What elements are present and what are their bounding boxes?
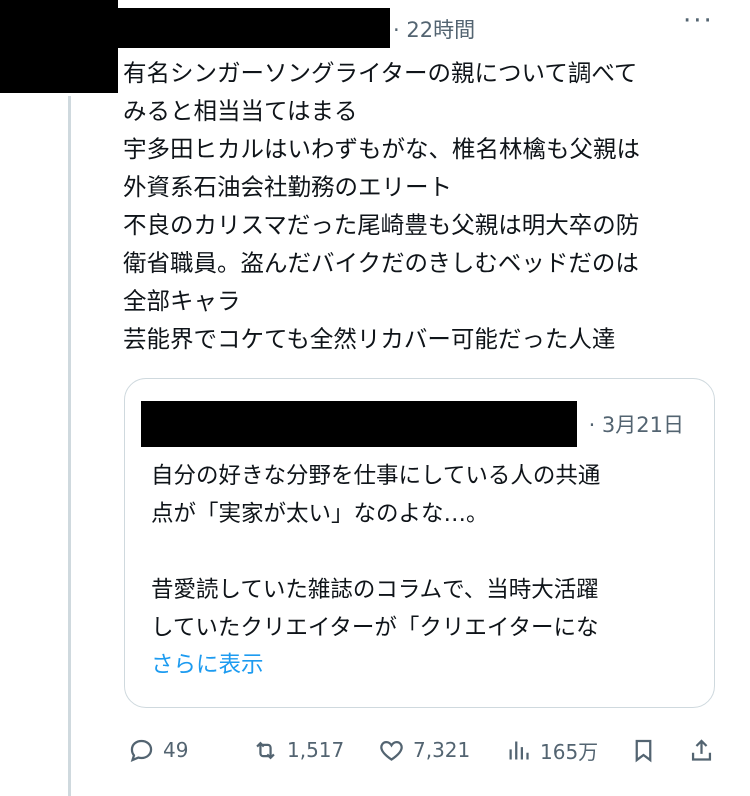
reply-count: 49 xyxy=(163,738,189,762)
post-text-line: 全部キャラ xyxy=(123,287,241,315)
more-options-icon[interactable]: ··· xyxy=(683,6,714,36)
quoted-text-line: していたクリエイターが「クリエイターにな xyxy=(151,615,599,641)
action-bar: 49 1,517 7,321 165万 xyxy=(0,730,750,770)
quoted-text-line: 昔愛読していた雑誌のコラムで、当時大活躍 xyxy=(151,577,599,603)
views-button[interactable]: 165万 xyxy=(505,730,598,770)
reply-button[interactable]: 49 xyxy=(128,730,188,770)
redacted-avatar-area xyxy=(0,0,118,93)
quoted-post-card[interactable]: · 3月21日 自分の好きな分野を仕事にしている人の共通 点が「実家が太い」なの… xyxy=(124,378,715,708)
repost-count: 1,517 xyxy=(287,738,345,762)
repost-icon xyxy=(256,741,275,759)
views-count: 165万 xyxy=(540,739,599,764)
post-text-line: 外資系石油会社勤務のエリート xyxy=(123,173,452,201)
post-text-line: 芸能界でコケても全然リカバー可能だった人達 xyxy=(123,325,616,353)
redacted-author-name xyxy=(118,8,390,48)
redacted-quoted-author xyxy=(141,401,577,447)
post-text-line: 宇多田ヒカルはいわずもがな、椎名林檎も父親は xyxy=(123,135,640,163)
quoted-post-text: 自分の好きな分野を仕事にしている人の共通 点が「実家が太い」なのよな…。 昔愛読… xyxy=(151,457,691,647)
like-button[interactable]: 7,321 xyxy=(378,730,470,770)
share-icon xyxy=(691,738,712,761)
thread-line xyxy=(68,96,71,796)
heart-icon xyxy=(380,740,403,761)
post-timestamp[interactable]: · 22時間 xyxy=(393,14,475,44)
quoted-text-line: 自分の好きな分野を仕事にしている人の共通 xyxy=(151,463,601,489)
show-more-link[interactable]: さらに表示 xyxy=(151,647,264,679)
quoted-text-line: 点が「実家が太い」なのよな…。 xyxy=(151,501,489,527)
post-text-line: 有名シンガーソングライターの親について調べて xyxy=(123,59,638,87)
post-text: 有名シンガーソングライターの親について調べて みると相当当てはまる 宇多田ヒカル… xyxy=(123,54,723,358)
reply-icon xyxy=(130,739,153,762)
like-count: 7,321 xyxy=(413,738,471,762)
post-text-line: 衛省職員。盗んだバイクだのきしむベッドだのは xyxy=(123,249,639,277)
bookmark-button[interactable] xyxy=(630,730,657,770)
post-text-line: 不良のカリスマだった尾崎豊も父親は明大卒の防 xyxy=(123,211,640,239)
post-text-line: みると相当当てはまる xyxy=(123,97,358,125)
quoted-post-timestamp: · 3月21日 xyxy=(588,413,684,437)
repost-button[interactable]: 1,517 xyxy=(252,730,344,770)
bookmark-icon xyxy=(635,739,652,762)
share-button[interactable] xyxy=(688,730,715,770)
views-chart-icon xyxy=(509,741,529,759)
